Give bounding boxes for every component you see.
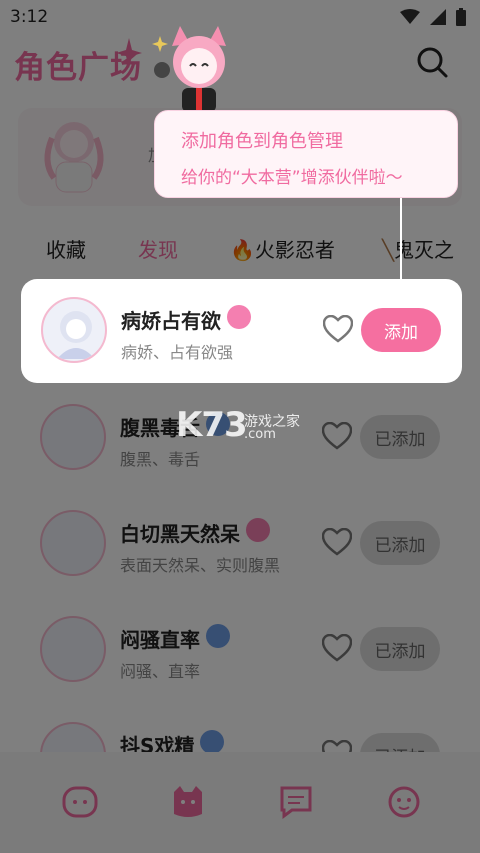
happy-face-icon[interactable]: [384, 782, 424, 822]
list-item[interactable]: 白切黑天然呆 表面天然呆、实则腹黑 已添加: [20, 492, 462, 596]
signal-icon: [430, 9, 446, 25]
add-button[interactable]: 添加: [361, 308, 441, 352]
avatar: [40, 616, 106, 682]
female-badge-icon: [227, 305, 251, 329]
cat-face-icon[interactable]: [168, 782, 208, 822]
wifi-icon: [400, 9, 420, 24]
tab-demon-slayer-label: 鬼灭之: [394, 238, 455, 262]
tab-naruto[interactable]: 🔥火影忍者: [230, 234, 335, 263]
heart-icon[interactable]: [322, 740, 352, 752]
role-tags: 闷骚、直率: [120, 662, 201, 681]
tab-favorites[interactable]: 收藏: [46, 234, 86, 263]
added-button[interactable]: 已添加: [360, 733, 440, 752]
sword-icon: ╲: [382, 238, 395, 262]
list-item: 病娇占有欲 病娇、占有欲强 添加: [21, 279, 462, 383]
battery-icon: [456, 8, 466, 26]
status-time: 3:12: [10, 7, 49, 27]
role-tags: 病娇、占有欲强: [121, 343, 234, 362]
added-button[interactable]: 已添加: [360, 627, 440, 671]
face-smile-icon[interactable]: [60, 782, 100, 822]
chat-bubble-icon[interactable]: [276, 782, 316, 822]
added-button[interactable]: 已添加: [360, 521, 440, 565]
bottom-nav: [0, 752, 480, 853]
sparkle-icon: [116, 38, 142, 68]
highlighted-role-card[interactable]: 病娇占有欲 病娇、占有欲强 添加: [21, 279, 462, 383]
status-icons: [400, 8, 466, 26]
male-badge-icon: [206, 624, 230, 648]
list-item[interactable]: 抖S戏精 已添加: [20, 704, 462, 752]
watermark-brand: K73: [176, 405, 248, 445]
heart-icon[interactable]: [322, 422, 352, 450]
role-tags: 表面天然呆、实则腹黑: [120, 556, 281, 575]
role-tags: 腹黑、毒舌: [120, 450, 201, 469]
fire-icon: 🔥: [230, 238, 255, 262]
avatar: [41, 297, 107, 363]
heart-icon[interactable]: [323, 315, 353, 343]
category-tabs: 收藏 发现 🔥火影忍者 ╲鬼灭之: [0, 224, 480, 272]
watermark-logo: K73 游戏之家 .com: [176, 405, 300, 445]
tab-demon-slayer[interactable]: ╲鬼灭之: [382, 234, 454, 263]
role-name: 白切黑天然呆: [120, 522, 240, 546]
avatar: [40, 510, 106, 576]
tooltip-connector: [400, 198, 402, 280]
added-button[interactable]: 已添加: [360, 415, 440, 459]
role-name: 抖S戏精: [120, 734, 195, 752]
heart-icon[interactable]: [322, 634, 352, 662]
avatar: [40, 404, 106, 470]
heart-icon[interactable]: [322, 528, 352, 556]
role-name: 病娇占有欲: [121, 309, 221, 333]
watermark-domain: .com: [244, 427, 276, 442]
mascot-character-image: [152, 26, 226, 112]
guide-tooltip[interactable]: 添加角色到角色管理 给你的“大本营”增添伙伴啦～: [154, 110, 458, 198]
role-name: 闷骚直率: [120, 628, 200, 652]
male-badge-icon: [200, 730, 224, 752]
banner-character-image: [44, 122, 104, 193]
tooltip-subtitle: 给你的“大本营”增添伙伴啦～: [181, 168, 403, 188]
list-item[interactable]: 闷骚直率 闷骚、直率 已添加: [20, 598, 462, 702]
character-portrait: [57, 311, 95, 359]
avatar: [40, 722, 106, 752]
tab-discover[interactable]: 发现: [138, 234, 178, 263]
tab-naruto-label: 火影忍者: [254, 238, 335, 262]
female-badge-icon: [246, 518, 270, 542]
search-button[interactable]: [414, 44, 450, 80]
tooltip-title: 添加角色到角色管理: [181, 131, 343, 152]
